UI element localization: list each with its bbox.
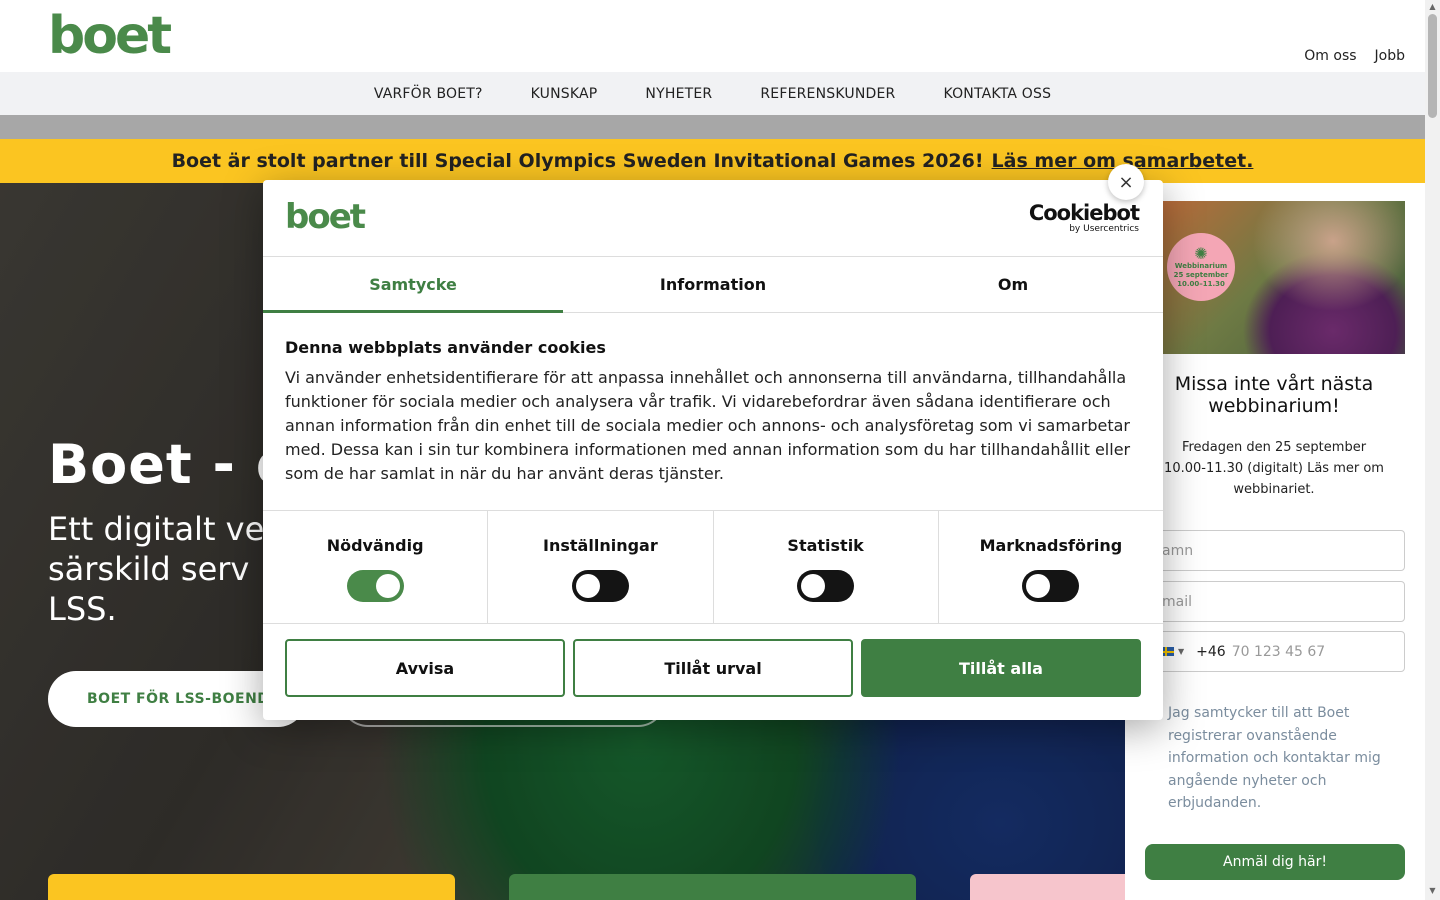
page-scrollbar[interactable]: ▲ ▼ [1425,0,1440,900]
webinar-sidebar: ✺ Webbinarium 25 september 10.00–11.30 M… [1125,183,1425,900]
feature-card-pink[interactable] [970,874,1125,900]
toggle-knob [575,574,600,598]
dialog-tabs: Samtycke Information Om [263,256,1163,313]
close-icon[interactable]: × [1108,164,1144,200]
top-links: Om oss Jobb [1304,48,1405,64]
dialog-heading: Denna webbplats använder cookies [285,338,606,357]
badge-line: 10.00–11.30 [1177,279,1225,288]
cookiebot-name: Cookiebot [1028,201,1140,225]
cookie-consent-dialog: × boet Cookiebot by Usercentrics Samtyck… [263,164,1163,720]
toggle-knob [375,574,400,598]
nav-item-kunskap[interactable]: KUNSKAP [531,86,598,102]
signup-button[interactable]: Anmäl dig här! [1145,844,1405,880]
cookiebot-logo[interactable]: Cookiebot by Usercentrics [1028,201,1140,234]
nav-item-varfor-boet[interactable]: VARFÖR BOET? [374,86,483,102]
chevron-down-icon[interactable]: ▼ [1178,647,1184,656]
phone-prefix: +46 [1196,643,1226,660]
phone-placeholder: 70 123 45 67 [1231,643,1326,660]
toggle-label: Nödvändig [326,536,424,555]
toggle-group-nodvandig: Nödvändig [263,511,489,623]
toggle-label: Marknadsföring [979,536,1123,555]
toggle-label: Statistik [787,536,864,555]
site-header: boet Om oss Jobb [0,0,1425,72]
consent-toggles: Nödvändig Inställningar Statistik Markna… [263,510,1163,624]
toggle-marknadsforing[interactable] [1022,570,1080,602]
toggle-label: Inställningar [543,536,658,555]
cookiebot-sub: by Usercentrics [1069,224,1139,234]
top-link-jobb[interactable]: Jobb [1375,48,1405,64]
nav-divider [0,115,1425,139]
nav-item-kontakta-oss[interactable]: KONTAKTA OSS [943,86,1051,102]
feature-card-yellow[interactable] [48,874,455,900]
scroll-down-icon[interactable]: ▼ [1428,886,1437,896]
toggle-group-installningar: Inställningar [488,511,714,623]
allow-selection-button[interactable]: Tillåt urval [573,639,853,697]
announcement-banner: Boet är stolt partner till Special Olymp… [0,139,1425,183]
email-field[interactable]: mail [1153,581,1405,622]
toggle-knob [801,574,826,598]
toggle-group-marknadsforing: Marknadsföring [939,511,1163,623]
reject-button[interactable]: Avvisa [285,639,565,697]
webinar-badge: ✺ Webbinarium 25 september 10.00–11.30 [1167,233,1235,301]
badge-line: 25 september [1173,270,1229,279]
badge-line: Webbinarium [1174,261,1228,270]
dialog-logo: boet [285,197,366,237]
main-nav: VARFÖR BOET? KUNSKAP NYHETER REFERENSKUN… [0,72,1425,115]
hero-title: Boet - d [48,433,296,496]
phone-field[interactable]: ▼ +46 70 123 45 67 [1153,631,1405,672]
webinar-description: Fredagen den 25 september 10.00-11.30 (d… [1164,440,1384,497]
name-placeholder: amn [1162,542,1194,559]
lightbulb-icon: ✺ [1194,243,1208,263]
toggle-nodvandig[interactable] [346,570,404,602]
sweden-flag-icon[interactable] [1162,647,1174,656]
banner-text: Boet är stolt partner till Special Olymp… [171,150,984,172]
tab-samtycke[interactable]: Samtycke [263,257,563,313]
toggle-statistik[interactable] [797,570,855,602]
webinar-image: ✺ Webbinarium 25 september 10.00–11.30 [1163,201,1405,354]
tab-information[interactable]: Information [563,257,863,312]
toggle-knob [1026,574,1051,598]
feature-card-green[interactable] [509,874,916,900]
dialog-body: Vi använder enhetsidentifierare för att … [285,368,1131,483]
top-link-om-oss[interactable]: Om oss [1304,48,1356,64]
name-field[interactable]: amn [1153,530,1405,571]
tab-om[interactable]: Om [863,257,1163,312]
nav-item-referenskunder[interactable]: REFERENSKUNDER [760,86,895,102]
email-placeholder: mail [1162,593,1192,610]
nav-item-nyheter[interactable]: NYHETER [645,86,712,102]
toggle-installningar[interactable] [571,570,629,602]
site-logo[interactable]: boet [48,6,172,66]
allow-all-button[interactable]: Tillåt alla [861,639,1141,697]
webinar-title: Missa inte vårt nästa webbinarium! [1174,373,1374,417]
toggle-group-statistik: Statistik [714,511,939,623]
scrollbar-thumb[interactable] [1428,14,1437,118]
consent-text: Jag samtycker till att Boet registrerar … [1168,705,1381,811]
scroll-up-icon[interactable]: ▲ [1428,2,1437,12]
